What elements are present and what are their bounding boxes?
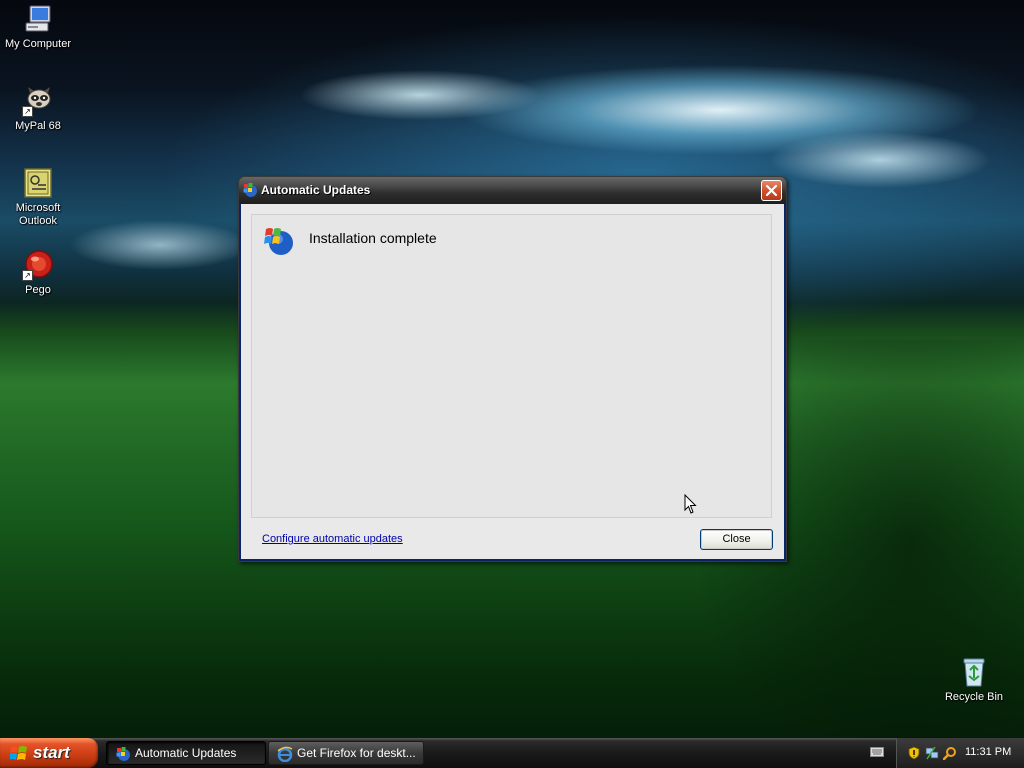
close-window-button[interactable] xyxy=(761,180,782,201)
shortcut-arrow-icon: ↗ xyxy=(22,106,33,117)
desktop-icon-outlook[interactable]: Microsoft Outlook xyxy=(0,167,76,228)
my-computer-icon xyxy=(22,3,54,35)
desktop-icon-label: My Computer xyxy=(4,38,72,50)
windows-logo-icon xyxy=(9,745,28,762)
search-icon[interactable] xyxy=(942,746,957,761)
desktop-icon-label: MyPal 68 xyxy=(15,120,61,132)
dialog-body: Installation complete Configure automati… xyxy=(241,204,784,559)
recycle-bin-icon xyxy=(958,656,990,688)
mypal-icon: ↗ xyxy=(22,85,54,117)
configure-automatic-updates-link[interactable]: Configure automatic updates xyxy=(262,533,403,545)
taskbar-item-label: Get Firefox for deskt... xyxy=(297,746,416,760)
system-tray: 11:31 PM xyxy=(896,738,1024,768)
security-shield-icon[interactable] xyxy=(907,746,921,760)
keyboard-icon[interactable] xyxy=(870,747,884,757)
desktop-icon-label: Pego xyxy=(25,284,51,296)
desktop-icon-my-computer[interactable]: My Computer xyxy=(0,3,76,51)
dialog-title: Automatic Updates xyxy=(261,183,371,197)
desktop-icon-label: Microsoft Outlook xyxy=(15,202,61,227)
desktop-icon-mypal[interactable]: ↗ MyPal 68 xyxy=(0,85,76,133)
network-icon[interactable] xyxy=(925,746,939,760)
automatic-updates-dialog: Automatic Updates Installation complete … xyxy=(238,176,787,562)
windows-update-icon xyxy=(115,746,131,762)
taskbar-item-automatic-updates[interactable]: Automatic Updates xyxy=(106,741,266,765)
taskbar-item-label: Automatic Updates xyxy=(135,746,237,760)
internet-explorer-icon xyxy=(277,746,293,763)
windows-update-icon xyxy=(242,182,258,198)
desktop-icon-pego[interactable]: ↗ Pego xyxy=(0,249,76,297)
outlook-icon xyxy=(22,167,54,199)
dialog-titlebar[interactable]: Automatic Updates xyxy=(238,176,787,204)
pego-icon: ↗ xyxy=(22,249,54,281)
taskbar-item-get-firefox[interactable]: Get Firefox for deskt... xyxy=(268,741,424,765)
desktop-icon-recycle-bin[interactable]: Recycle Bin xyxy=(936,656,1012,704)
installation-status-text: Installation complete xyxy=(309,230,437,246)
windows-update-icon xyxy=(263,224,295,256)
desktop-icon-label: Recycle Bin xyxy=(944,691,1004,703)
start-button[interactable]: start xyxy=(0,738,98,768)
status-panel: Installation complete xyxy=(251,214,772,518)
mouse-cursor-icon xyxy=(684,494,697,514)
close-icon xyxy=(765,184,778,197)
start-label: start xyxy=(33,743,70,762)
shortcut-arrow-icon: ↗ xyxy=(22,270,33,281)
close-button[interactable]: Close xyxy=(700,529,773,550)
clock[interactable]: 11:31 PM xyxy=(965,746,1011,758)
